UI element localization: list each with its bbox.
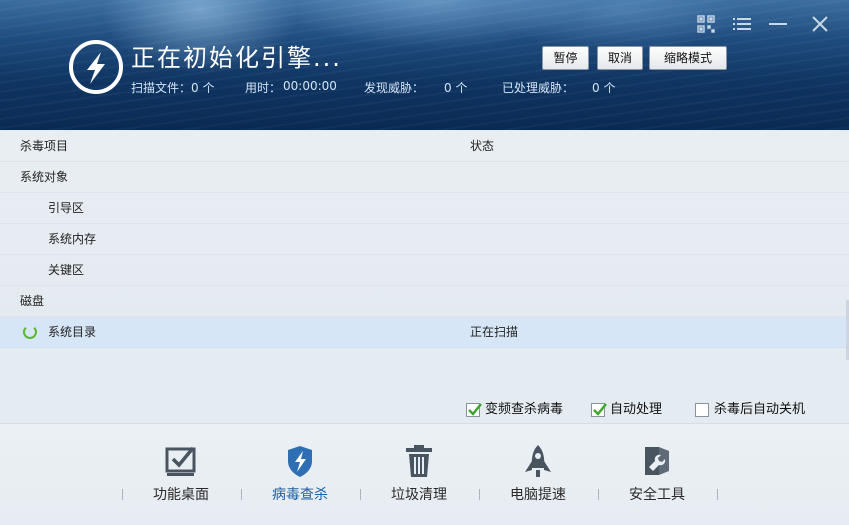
tool-label: 垃圾清理	[391, 487, 447, 503]
scan-header: 正在初始化引擎... 扫描文件： 0 个 用时： 00:00:00 发现威胁： …	[0, 0, 849, 130]
scan-status-title: 正在初始化引擎...	[131, 44, 342, 72]
option-label: 变频查杀病毒	[485, 402, 564, 417]
list-header-row: 杀毒项目 状态	[0, 131, 849, 162]
toolbar-divider	[122, 489, 123, 500]
tool-label: 安全工具	[629, 487, 685, 503]
shield-bolt-icon	[284, 444, 316, 478]
threats-handled-label: 已处理威胁：	[502, 81, 575, 95]
tool-junk-clean[interactable]: 垃圾清理	[369, 444, 469, 508]
list-item-status: 正在扫描	[470, 325, 519, 339]
threats-handled-value: 0 个	[592, 81, 616, 95]
option-label: 杀毒后自动关机	[714, 402, 806, 417]
column-header-status: 状态	[470, 139, 495, 153]
tool-security-tools[interactable]: 安全工具	[607, 444, 707, 508]
option-label: 自动处理	[610, 402, 663, 417]
desktop-check-icon	[165, 444, 197, 478]
tool-label: 病毒查杀	[272, 487, 328, 503]
cancel-button[interactable]: 取消	[597, 46, 643, 70]
minimize-icon[interactable]	[768, 14, 788, 34]
tool-label: 电脑提速	[510, 487, 566, 503]
tool-label: 功能桌面	[153, 487, 209, 503]
toolbox-icon	[641, 444, 673, 478]
tool-virus-scan[interactable]: 病毒查杀	[250, 444, 350, 508]
list-item-name: 系统对象	[20, 170, 69, 184]
close-icon[interactable]	[810, 14, 830, 34]
trash-icon	[403, 444, 435, 478]
threats-found-value: 0 个	[444, 81, 468, 95]
checkbox-auto-handle[interactable]	[591, 403, 607, 417]
list-item: 系统对象	[0, 162, 849, 193]
checkbox-auto-shutdown[interactable]	[695, 403, 709, 417]
lightning-logo-icon	[69, 40, 123, 94]
files-scanned-label: 扫描文件：	[131, 81, 192, 95]
scan-items-list: 杀毒项目 状态 系统对象 引导区 系统内存 关键区 磁盘 系统目录 正在扫描	[0, 131, 849, 348]
list-item-name: 系统内存	[48, 232, 97, 246]
list-item: 引导区	[0, 193, 849, 224]
toolbar-divider	[598, 489, 599, 500]
bottom-toolbar: 功能桌面 病毒查杀 垃圾清理 电脑提速 安全工具	[0, 423, 849, 525]
compact-mode-button[interactable]: 缩略模式	[649, 46, 727, 70]
elapsed-time-label: 用时：	[245, 81, 282, 95]
column-header-item: 杀毒项目	[20, 139, 69, 153]
checkbox-frequency-scan[interactable]	[466, 403, 482, 417]
tool-speed-up[interactable]: 电脑提速	[488, 444, 588, 508]
loading-spinner-icon	[23, 325, 37, 339]
toolbar-divider	[717, 489, 718, 500]
menu-icon[interactable]	[732, 14, 752, 34]
pause-button[interactable]: 暂停	[542, 46, 589, 70]
list-item-name: 磁盘	[20, 294, 45, 308]
list-item-name: 关键区	[48, 263, 85, 277]
list-item-name: 系统目录	[48, 325, 97, 339]
elapsed-time-value: 00:00:00	[283, 79, 337, 93]
tool-function-desktop[interactable]: 功能桌面	[131, 444, 231, 508]
scan-options: 变频查杀病毒 自动处理 杀毒后自动关机	[0, 395, 849, 423]
toolbar-divider	[479, 489, 480, 500]
files-scanned-value: 0 个	[191, 81, 215, 95]
qr-code-icon[interactable]	[696, 14, 716, 34]
list-item: 系统内存	[0, 224, 849, 255]
list-item-active: 系统目录 正在扫描	[0, 317, 849, 348]
rocket-icon	[522, 444, 554, 478]
toolbar-divider	[360, 489, 361, 500]
threats-found-label: 发现威胁：	[364, 81, 425, 95]
list-item: 关键区	[0, 255, 849, 286]
antivirus-window: 正在初始化引擎... 扫描文件： 0 个 用时： 00:00:00 发现威胁： …	[0, 0, 849, 525]
list-item: 磁盘	[0, 286, 849, 317]
toolbar-divider	[241, 489, 242, 500]
list-item-name: 引导区	[48, 201, 85, 215]
